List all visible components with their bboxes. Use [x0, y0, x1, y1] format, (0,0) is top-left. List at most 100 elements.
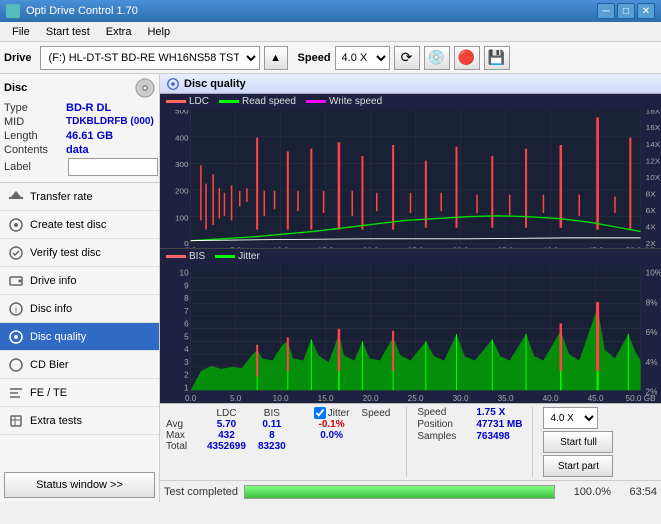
position-label-text: Position — [417, 419, 472, 430]
disc-quality-icon — [8, 329, 24, 345]
svg-text:45.0: 45.0 — [588, 393, 604, 403]
svg-text:5.0: 5.0 — [230, 393, 242, 403]
close-button[interactable]: ✕ — [637, 3, 655, 19]
sidebar-item-create-test-disc[interactable]: Create test disc — [0, 211, 159, 239]
jitter-checkbox-label[interactable]: Jitter — [314, 407, 350, 419]
svg-text:18X: 18X — [646, 110, 661, 116]
position-row: Position 47731 MB — [417, 419, 522, 430]
sidebar-item-extra-tests[interactable]: Extra tests — [0, 407, 159, 435]
max-ldc: 432 — [201, 430, 252, 441]
disc-button[interactable]: 💿 — [424, 46, 450, 70]
speed-info-block: Speed 1.75 X Position 47731 MB Samples 7… — [417, 407, 522, 442]
start-part-button[interactable]: Start part — [543, 455, 613, 477]
start-full-button[interactable]: Start full — [543, 431, 613, 453]
maximize-button[interactable]: □ — [617, 3, 635, 19]
jitter-color — [215, 255, 235, 258]
refresh-button[interactable]: ⟳ — [394, 46, 420, 70]
svg-text:4%: 4% — [646, 357, 658, 367]
svg-text:3: 3 — [184, 357, 189, 367]
svg-text:35.0: 35.0 — [498, 393, 514, 403]
save-button[interactable]: 💾 — [484, 46, 510, 70]
disc-label-input[interactable] — [68, 158, 158, 176]
col-jitter: Jitter — [308, 407, 356, 419]
legend-bis: BIS — [166, 251, 205, 262]
sidebar: Disc Type BD-R DL MID TDKBLDRFB (000) Le… — [0, 74, 160, 502]
samples-value: 763498 — [476, 431, 509, 442]
menu-help[interactable]: Help — [139, 24, 178, 40]
menu-extra[interactable]: Extra — [98, 24, 140, 40]
svg-text:300: 300 — [175, 160, 189, 169]
jitter-label: Jitter — [238, 251, 260, 262]
title-bar: Opti Drive Control 1.70 ─ □ ✕ — [0, 0, 661, 22]
speed-label: Speed — [298, 52, 331, 64]
sidebar-item-fe-te[interactable]: FE / TE — [0, 379, 159, 407]
content-header: Disc quality — [160, 74, 661, 94]
eject-button[interactable]: ▲ — [264, 46, 288, 70]
toolbar: Drive (F:) HL-DT-ST BD-RE WH16NS58 TST4 … — [0, 42, 661, 74]
main-area: Disc Type BD-R DL MID TDKBLDRFB (000) Le… — [0, 74, 661, 502]
disc-contents-value: data — [66, 144, 89, 156]
menu-file[interactable]: File — [4, 24, 38, 40]
speed-select[interactable]: 4.0 X 1.0 X 2.0 X 6.0 X 8.0 X — [335, 46, 390, 70]
svg-text:6X: 6X — [646, 206, 657, 215]
max-bis: 8 — [252, 430, 292, 441]
sidebar-item-drive-info[interactable]: Drive info — [0, 267, 159, 295]
svg-text:10: 10 — [180, 267, 189, 277]
svg-text:50.0 GB: 50.0 GB — [626, 393, 656, 403]
legend-read-speed: Read speed — [219, 96, 296, 107]
disc-section-title: Disc — [4, 82, 27, 94]
read-speed-label: Read speed — [242, 96, 296, 107]
sidebar-item-verify-test-disc[interactable]: Verify test disc — [0, 239, 159, 267]
disc-section: Disc Type BD-R DL MID TDKBLDRFB (000) Le… — [0, 74, 159, 183]
svg-text:7: 7 — [184, 306, 189, 316]
sidebar-item-transfer-rate[interactable]: Transfer rate — [0, 183, 159, 211]
svg-text:400: 400 — [175, 134, 189, 143]
jitter-checkbox[interactable] — [314, 407, 326, 419]
action-speed-select[interactable]: 4.0 X — [543, 407, 598, 429]
svg-text:4X: 4X — [646, 223, 657, 232]
svg-text:6: 6 — [184, 318, 189, 328]
chart2-svg: 10 9 8 7 6 5 4 3 2 1 10% 8% 6% 4% 2% 0.0… — [160, 265, 661, 403]
svg-text:10%: 10% — [646, 267, 661, 277]
sidebar-item-disc-info[interactable]: i Disc info — [0, 295, 159, 323]
legend-jitter: Jitter — [215, 251, 260, 262]
status-window-button[interactable]: Status window >> — [4, 472, 155, 498]
write-speed-color — [306, 100, 326, 103]
app-icon — [6, 4, 20, 18]
fe-te-icon — [8, 385, 24, 401]
avg-label: Avg — [166, 419, 201, 430]
stats-max-row: Max 432 8 0.0% — [166, 430, 396, 441]
minimize-button[interactable]: ─ — [597, 3, 615, 19]
speed-row: Speed 1.75 X — [417, 407, 522, 418]
total-ldc: 4352699 — [201, 441, 252, 452]
action-block: 4.0 X Start full Start part — [543, 407, 613, 477]
speed-label-text: Speed — [417, 407, 472, 418]
max-label: Max — [166, 430, 201, 441]
legend-ldc: LDC — [166, 96, 209, 107]
disc-length-value: 46.61 GB — [66, 130, 113, 142]
svg-text:10X: 10X — [646, 173, 661, 182]
sidebar-item-disc-quality[interactable]: Disc quality — [0, 323, 159, 351]
read-speed-color — [219, 100, 239, 103]
svg-text:100: 100 — [175, 214, 189, 223]
svg-text:8%: 8% — [646, 297, 658, 307]
svg-text:2: 2 — [184, 369, 189, 379]
svg-text:500: 500 — [175, 110, 189, 116]
bis-color — [166, 255, 186, 258]
samples-row: Samples 763498 — [417, 431, 522, 442]
sidebar-item-cd-bier[interactable]: CD Bier — [0, 351, 159, 379]
total-label: Total — [166, 441, 201, 452]
chart2-legend: BIS Jitter — [160, 249, 661, 264]
stats-row: LDC BIS Jitter Speed — [166, 407, 655, 477]
burn-button[interactable]: 🔴 — [454, 46, 480, 70]
drive-select[interactable]: (F:) HL-DT-ST BD-RE WH16NS58 TST4 — [40, 46, 260, 70]
ldc-label: LDC — [189, 96, 209, 107]
cd-bier-icon — [8, 357, 24, 373]
status-text: Test completed — [164, 486, 238, 498]
position-value: 47731 MB — [476, 419, 522, 430]
menu-start-test[interactable]: Start test — [38, 24, 98, 40]
avg-bis: 0.11 — [252, 419, 292, 430]
svg-text:40.0: 40.0 — [543, 393, 559, 403]
stats-avg-row: Avg 5.70 0.11 -0.1% — [166, 419, 396, 430]
svg-text:15.0: 15.0 — [318, 393, 334, 403]
